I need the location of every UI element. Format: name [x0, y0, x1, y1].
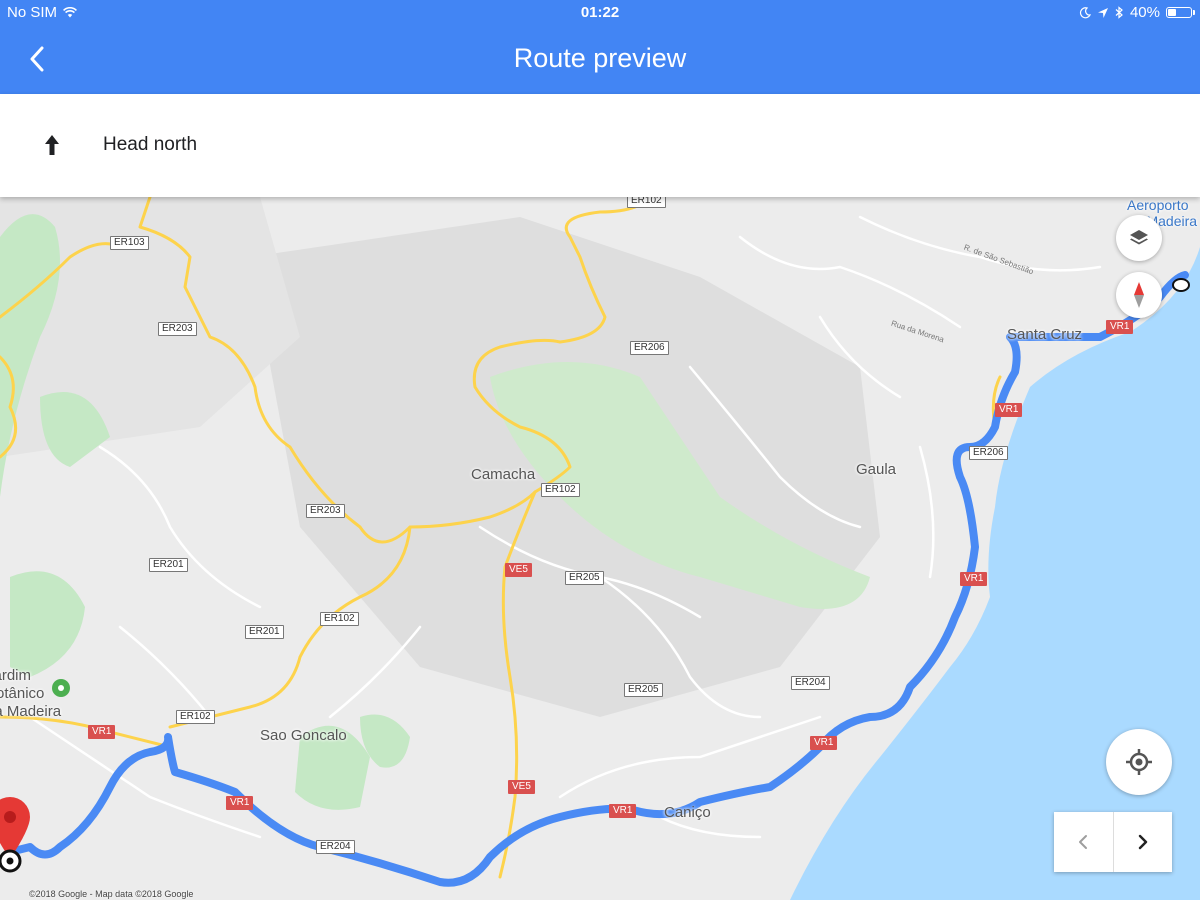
road-shield-er204: ER204: [316, 840, 355, 854]
chevron-left-icon: [1079, 835, 1088, 849]
wifi-icon: [63, 7, 77, 18]
chevron-right-icon: [1138, 834, 1147, 850]
compass-icon: [1134, 282, 1144, 308]
my-location-icon: [1126, 749, 1152, 775]
page-title: Route preview: [513, 43, 687, 73]
route-end-marker: [1172, 278, 1190, 292]
road-shield-er206: ER206: [630, 341, 669, 355]
road-shield-er203: ER203: [306, 504, 345, 518]
road-shield-er102: ER102: [627, 197, 666, 208]
status-bar: No SIM 01:22 40%: [0, 0, 1200, 24]
bluetooth-icon: [1115, 6, 1123, 19]
road-shield-er102: ER102: [320, 612, 359, 626]
my-location-button[interactable]: [1106, 729, 1172, 795]
road-shield-ve5: VE5: [508, 780, 535, 794]
road-shield-vr1: VR1: [1106, 320, 1134, 334]
step-navigator: [1054, 812, 1172, 872]
road-shield-ve5: VE5: [505, 563, 532, 577]
road-shield-er102: ER102: [541, 483, 580, 497]
battery-icon: [1166, 7, 1195, 18]
map-copyright: ©2018 Google - Map data ©2018 Google: [29, 889, 194, 899]
road-shield-vr1: VR1: [995, 403, 1023, 417]
road-shield-vr1: VR1: [810, 736, 838, 750]
moon-icon: [1079, 6, 1091, 18]
battery-percent: 40%: [1129, 4, 1160, 21]
start-marker: [0, 849, 22, 873]
map-view[interactable]: Aeroporto da Madeira Santa Cruz Camacha …: [0, 197, 1200, 900]
road-shield-er201: ER201: [245, 625, 284, 639]
road-shield-vr1: VR1: [88, 725, 116, 739]
map-canvas: [0, 197, 1200, 900]
status-left: No SIM: [7, 4, 77, 21]
road-shield-er102: ER102: [176, 710, 215, 724]
direction-instruction: Head north: [103, 134, 198, 155]
road-shield-er205: ER205: [565, 571, 604, 585]
compass-button[interactable]: [1116, 272, 1162, 318]
direction-card[interactable]: Head north: [0, 94, 1200, 197]
road-shield-er204: ER204: [791, 676, 830, 690]
chevron-left-icon: [30, 46, 44, 72]
road-shield-vr1: VR1: [960, 572, 988, 586]
layers-icon: [1130, 230, 1148, 245]
battery-fill: [1168, 9, 1177, 16]
road-shield-er203: ER203: [158, 322, 197, 336]
road-shield-vr1: VR1: [226, 796, 254, 810]
layers-button[interactable]: [1116, 215, 1162, 261]
road-shield-vr1: VR1: [609, 804, 637, 818]
status-right: 40%: [1079, 4, 1195, 21]
arrow-up-icon: [45, 135, 59, 155]
status-time: 01:22: [580, 4, 620, 21]
road-shield-er205: ER205: [624, 683, 663, 697]
next-step-button[interactable]: [1114, 812, 1173, 872]
location-arrow-icon: [1097, 7, 1108, 18]
road-shield-er103: ER103: [110, 236, 149, 250]
road-shield-er201: ER201: [149, 558, 188, 572]
road-shield-er206: ER206: [969, 446, 1008, 460]
carrier-label: No SIM: [7, 4, 58, 21]
app-bar: Route preview: [0, 24, 1200, 94]
garden-pin: [52, 679, 70, 697]
back-button[interactable]: [18, 40, 56, 78]
previous-step-button[interactable]: [1054, 812, 1114, 872]
